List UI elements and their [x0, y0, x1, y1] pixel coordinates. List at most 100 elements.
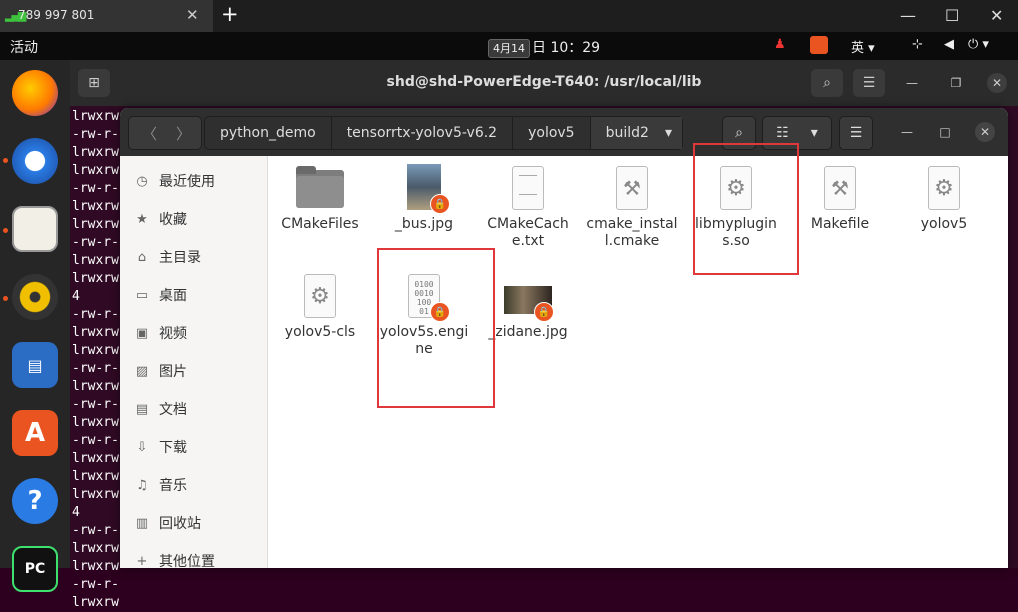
chevron-down-icon[interactable]: ▾ — [665, 125, 672, 141]
terminal-search-icon[interactable]: ⌕ — [811, 69, 843, 97]
breadcrumb-item[interactable]: python_demo — [205, 117, 332, 149]
file-item[interactable]: ⚒ cmake_install.cmake — [580, 164, 684, 250]
file-item[interactable]: ⚙ yolov5 — [892, 164, 996, 233]
date-dropdown[interactable]: 4月14 — [488, 38, 530, 58]
sidebar-item-label: 图片 — [159, 364, 187, 380]
sidebar-item-home[interactable]: ⌂ 主目录 — [120, 238, 267, 276]
search-icon: ⌕ — [735, 125, 743, 141]
running-indicator — [3, 296, 8, 301]
pycharm-icon[interactable]: PC — [12, 546, 58, 592]
sidebar-item-download[interactable]: ⇩ 下载 — [120, 428, 267, 466]
breadcrumb-item[interactable]: yolov5 — [513, 117, 591, 149]
list-view-icon: ☷ — [776, 125, 789, 141]
desktop-icon: ▭ — [135, 287, 149, 303]
terminal-line: lrwxrw — [72, 271, 119, 286]
terminal-line: -rw-r- — [72, 433, 119, 448]
maximize-icon[interactable]: ☐ — [945, 6, 959, 25]
sidebar-item-picture[interactable]: ▨ 图片 — [120, 352, 267, 390]
video-icon: ▣ — [135, 325, 149, 341]
maximize-icon[interactable]: □ — [935, 122, 955, 142]
forward-button[interactable]: 〉 — [176, 123, 191, 144]
app-indicator-icon[interactable] — [810, 36, 828, 54]
sidebar-item-clock[interactable]: ◷ 最近使用 — [120, 162, 267, 200]
sidebar-item-label: 视频 — [159, 326, 187, 342]
terminal-line: 4 — [72, 289, 80, 304]
terminal-line: -rw-r- — [72, 235, 119, 250]
file-name: CMakeFiles — [281, 216, 359, 232]
minimize-icon[interactable]: — — [897, 122, 917, 142]
breadcrumb-item[interactable]: tensorrtx-yolov5-v6.2 — [332, 117, 514, 149]
volume-icon[interactable]: ◀ — [944, 37, 954, 52]
file-name: cmake_install.cmake — [586, 216, 678, 249]
sidebar-item-music[interactable]: ♫ 音乐 — [120, 466, 267, 504]
document-icon: ▤ — [135, 401, 149, 417]
terminal-line: -rw-r- — [72, 361, 119, 376]
breadcrumb-item-current[interactable]: build2 ▾ — [590, 117, 682, 149]
rhythmbox-icon[interactable] — [12, 274, 58, 320]
terminal-line: -rw-r- — [72, 181, 119, 196]
sidebar-item-star[interactable]: ★ 收藏 — [120, 200, 267, 238]
firefox-icon[interactable] — [12, 70, 58, 116]
terminal-line: lrwxrw — [72, 253, 119, 268]
breadcrumb: python_demo tensorrtx-yolov5-v6.2 yolov5… — [204, 116, 683, 150]
sidebar-item-label: 回收站 — [159, 516, 201, 532]
network-icon[interactable]: ⊹ — [912, 37, 923, 52]
file-manager-window: 〈 〉 python_demo tensorrtx-yolov5-v6.2 yo… — [120, 108, 1008, 568]
sidebar-item-document[interactable]: ▤ 文档 — [120, 390, 267, 428]
software-center-icon[interactable]: A — [12, 410, 58, 456]
files-icon[interactable] — [12, 206, 58, 252]
sidebar-item-plus[interactable]: + 其他位置 — [120, 542, 267, 569]
file-item[interactable]: CMakeFiles — [268, 164, 372, 233]
download-icon: ⇩ — [136, 439, 148, 455]
terminal-minimize-icon[interactable]: — — [902, 73, 922, 93]
file-item[interactable]: 🔒 _bus.jpg — [372, 164, 476, 233]
close-tab-icon[interactable]: ✕ — [186, 6, 199, 24]
terminal-restore-icon[interactable]: ❐ — [946, 73, 966, 93]
help-icon[interactable]: ? — [12, 478, 58, 524]
thunderbird-icon[interactable] — [12, 138, 58, 184]
clock-button[interactable]: 4月14 日 10：29 — [488, 37, 600, 58]
sidebar-item-video[interactable]: ▣ 视频 — [120, 314, 267, 352]
clock-icon: ◷ — [136, 173, 148, 189]
plus-icon: + — [136, 553, 148, 569]
terminal-line: lrwxrw — [72, 379, 119, 394]
terminal-line: lrwxrw — [72, 451, 119, 466]
terminal-menu-icon[interactable]: ☰ — [853, 69, 885, 97]
activities-button[interactable]: 活动 — [10, 37, 38, 57]
running-indicator — [3, 228, 8, 233]
file-item[interactable]: ⚒ Makefile — [788, 164, 892, 233]
clock-text: 日 10：29 — [532, 40, 601, 56]
close-icon[interactable]: ✕ — [975, 122, 995, 142]
file-name: Makefile — [810, 216, 870, 232]
text-file-icon — [504, 164, 552, 212]
remote-session-tab[interactable]: ▂▄▆ 789 997 801 ✕ — [0, 0, 213, 32]
sidebar-item-label: 音乐 — [159, 478, 187, 494]
file-manager-header: 〈 〉 python_demo tensorrtx-yolov5-v6.2 yo… — [120, 108, 1008, 156]
recording-icon[interactable]: ♟ — [774, 37, 786, 52]
terminal-close-icon[interactable]: ✕ — [987, 73, 1007, 93]
libreoffice-writer-icon[interactable]: ▤ — [12, 342, 58, 388]
input-method-button[interactable]: 英 ▾ — [851, 37, 875, 56]
star-icon: ★ — [136, 211, 148, 227]
terminal-line: lrwxrw — [72, 199, 119, 214]
back-button[interactable]: 〈 — [142, 123, 157, 144]
terminal-line: -rw-r- — [72, 397, 119, 412]
terminal-line: -rw-r- — [72, 307, 119, 322]
terminal-line: lrwxrw — [72, 325, 119, 340]
file-item[interactable]: CMakeCache.txt — [476, 164, 580, 250]
new-tab-button[interactable]: + — [221, 2, 239, 26]
file-item[interactable]: ⚙ yolov5-cls — [268, 272, 372, 341]
executable-file-icon: ⚙ — [296, 272, 344, 320]
script-file-icon: ⚒ — [608, 164, 656, 212]
close-window-icon[interactable]: ✕ — [990, 6, 1003, 25]
hamburger-icon: ☰ — [849, 125, 863, 141]
minimize-icon[interactable]: — — [900, 6, 916, 25]
menu-button[interactable]: ☰ — [839, 116, 873, 150]
sidebar-item-trash[interactable]: ▥ 回收站 — [120, 504, 267, 542]
sidebar-item-desktop[interactable]: ▭ 桌面 — [120, 276, 267, 314]
image-thumbnail-icon: 🔒 — [504, 272, 554, 322]
lock-icon: 🔒 — [430, 194, 450, 214]
remote-desktop-bar: ▂▄▆ 789 997 801 ✕ + — ☐ ✕ — [0, 0, 1018, 32]
system-menu-button[interactable]: ⏻ ▾ — [968, 37, 989, 52]
sidebar-item-label: 主目录 — [159, 250, 201, 266]
